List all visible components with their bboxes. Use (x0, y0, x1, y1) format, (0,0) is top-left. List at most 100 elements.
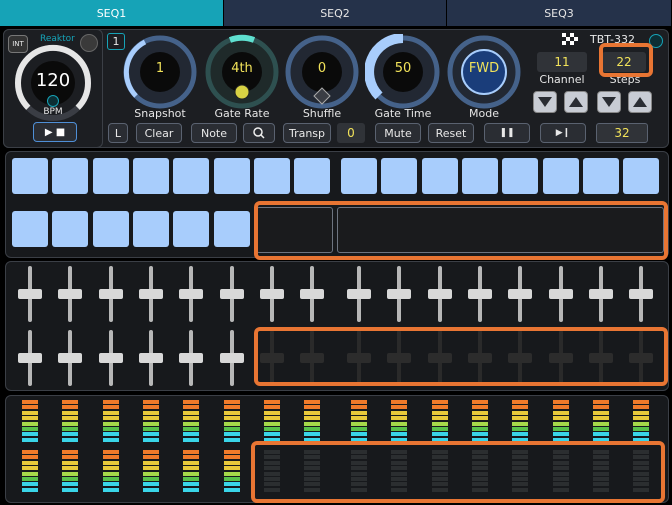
note-button[interactable]: Note (191, 123, 237, 143)
note-fader[interactable] (347, 289, 371, 299)
velocity-meter[interactable] (593, 400, 609, 444)
velocity-meter[interactable] (633, 400, 649, 444)
gate-pad[interactable] (214, 211, 250, 247)
note-fader[interactable] (18, 289, 42, 299)
velocity-meter[interactable] (432, 400, 448, 444)
meter-segment (143, 455, 159, 460)
note-fader[interactable] (260, 289, 284, 299)
gate-pad[interactable] (93, 158, 129, 194)
note-fader[interactable] (179, 353, 203, 363)
note-fader[interactable] (549, 289, 573, 299)
velocity-meter[interactable] (391, 400, 407, 444)
velocity-meter[interactable] (22, 400, 38, 444)
velocity-meter[interactable] (22, 450, 38, 494)
gate-pad[interactable] (52, 158, 88, 194)
gate-pad[interactable] (422, 158, 458, 194)
gate-pad[interactable] (173, 158, 209, 194)
gate-pad[interactable] (583, 158, 619, 194)
velocity-meter[interactable] (224, 450, 240, 494)
search-button[interactable] (243, 123, 275, 143)
tab-seq3[interactable]: SEQ3 (447, 0, 672, 26)
note-fader[interactable] (58, 353, 82, 363)
meter-segment (183, 437, 199, 442)
gate-pad[interactable] (133, 211, 169, 247)
meter-segment (62, 410, 78, 415)
channel-down-button[interactable] (533, 91, 557, 113)
note-fader[interactable] (468, 289, 492, 299)
pause-button[interactable]: ❚❚ (484, 123, 530, 143)
velocity-meter[interactable] (472, 400, 488, 444)
brand-label: Reaktor (40, 34, 75, 44)
velocity-meter[interactable] (304, 400, 320, 444)
gate-pad[interactable] (623, 158, 659, 194)
gate-pad[interactable] (173, 211, 209, 247)
velocity-meter[interactable] (143, 450, 159, 494)
velocity-meter[interactable] (553, 400, 569, 444)
transpose-value[interactable]: 0 (337, 123, 365, 143)
note-fader[interactable] (300, 289, 324, 299)
note-fader[interactable] (58, 289, 82, 299)
l-button[interactable]: L (108, 123, 128, 143)
gate-pad[interactable] (52, 211, 88, 247)
gate-pad[interactable] (254, 158, 290, 194)
note-fader[interactable] (589, 289, 613, 299)
faders-highlight (254, 327, 668, 386)
velocity-meter[interactable] (183, 450, 199, 494)
play-stop-button[interactable]: ▶ ■ (33, 122, 77, 142)
meter-segment (304, 421, 320, 426)
velocity-meter[interactable] (103, 400, 119, 444)
velocity-meter[interactable] (183, 400, 199, 444)
length-value[interactable]: 32 (596, 123, 648, 143)
note-fader[interactable] (139, 289, 163, 299)
tab-seq2[interactable]: SEQ2 (224, 0, 447, 26)
velocity-meter[interactable] (512, 400, 528, 444)
meter-segment (22, 455, 38, 460)
note-fader[interactable] (99, 289, 123, 299)
velocity-meter[interactable] (264, 400, 280, 444)
velocity-meter[interactable] (143, 400, 159, 444)
note-fader[interactable] (387, 289, 411, 299)
bpm-value: 120 (35, 70, 71, 91)
note-fader[interactable] (18, 353, 42, 363)
mode-value: FWD (468, 61, 500, 76)
mute-button[interactable]: Mute (375, 123, 421, 143)
note-fader[interactable] (139, 353, 163, 363)
note-fader[interactable] (99, 353, 123, 363)
velocity-meter[interactable] (62, 400, 78, 444)
note-fader[interactable] (508, 289, 532, 299)
tab-seq1[interactable]: SEQ1 (0, 0, 224, 26)
gate-pad[interactable] (12, 211, 48, 247)
meter-segment (432, 400, 448, 404)
channel-value[interactable]: 11 (537, 52, 587, 72)
velocity-meter[interactable] (224, 400, 240, 444)
meter-segment (391, 427, 407, 431)
gate-pad[interactable] (543, 158, 579, 194)
note-fader[interactable] (629, 289, 653, 299)
gate-pad[interactable] (214, 158, 250, 194)
gate-pad[interactable] (381, 158, 417, 194)
velocity-meter[interactable] (103, 450, 119, 494)
gate-pad[interactable] (133, 158, 169, 194)
velocity-meter[interactable] (351, 400, 367, 444)
steps-up-button[interactable] (628, 91, 652, 113)
note-fader[interactable] (428, 289, 452, 299)
gate-pad[interactable] (462, 158, 498, 194)
gate-pad[interactable] (12, 158, 48, 194)
note-fader[interactable] (220, 353, 244, 363)
note-fader[interactable] (179, 289, 203, 299)
meter-segment (103, 427, 119, 431)
gate-pad[interactable] (341, 158, 377, 194)
clear-button[interactable]: Clear (136, 123, 182, 143)
gate-pad[interactable] (502, 158, 538, 194)
note-fader[interactable] (220, 289, 244, 299)
steps-down-button[interactable] (597, 91, 621, 113)
step-forward-button[interactable]: ▶❙ (540, 123, 586, 143)
transpose-button[interactable]: Transp (283, 123, 331, 143)
meter-segment (22, 421, 38, 426)
meter-segment (62, 487, 78, 492)
gate-pad[interactable] (294, 158, 330, 194)
velocity-meter[interactable] (62, 450, 78, 494)
gate-pad[interactable] (93, 211, 129, 247)
channel-up-button[interactable] (564, 91, 588, 113)
reset-button[interactable]: Reset (428, 123, 474, 143)
